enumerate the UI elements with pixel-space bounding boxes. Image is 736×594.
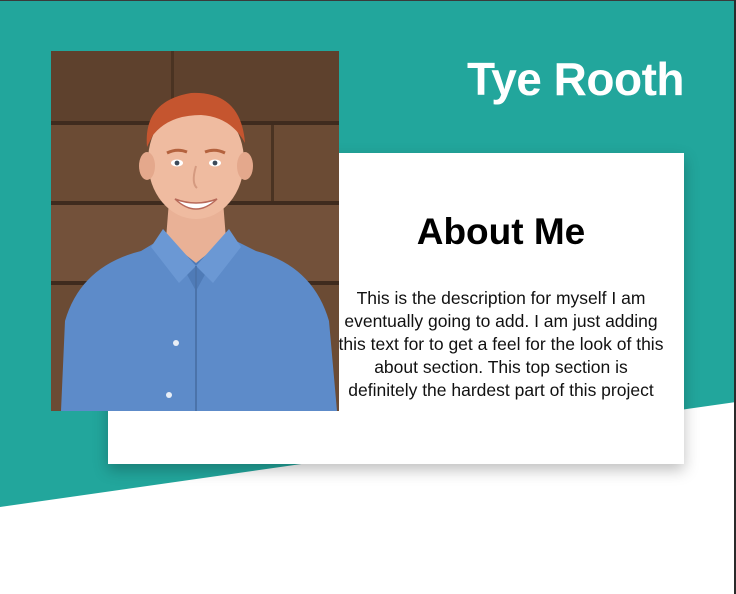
window-frame-top (0, 0, 736, 1)
site-title: Tye Rooth (467, 53, 684, 105)
profile-photo (51, 51, 339, 411)
about-heading: About Me (416, 211, 586, 252)
about-description: This is the description for myself I am … (338, 288, 664, 400)
